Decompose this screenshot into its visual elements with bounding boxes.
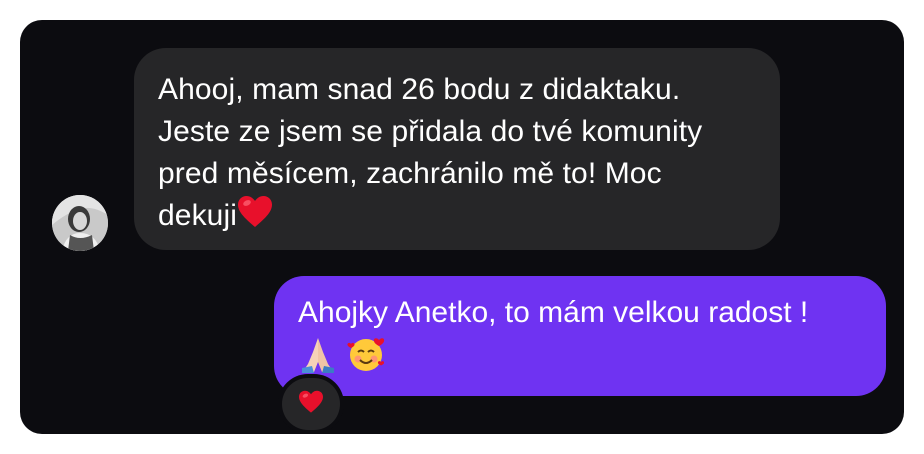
message-reaction[interactable]: [282, 378, 340, 430]
incoming-message-line: Ahooj, mam snad 26 bodu z didaktaku.: [158, 73, 681, 106]
outgoing-emoji-line: [298, 334, 866, 386]
outgoing-message-bubble[interactable]: Ahojky Anetko, to mám velkou radost !: [274, 276, 886, 396]
incoming-message-bubble[interactable]: Ahooj, mam snad 26 bodu z didaktaku. Jes…: [134, 48, 780, 250]
incoming-message-line-last: dekuji: [158, 195, 756, 241]
outgoing-message-line: Ahojky Anetko, to mám velkou radost !: [298, 296, 809, 329]
incoming-message-line: pred měsícem, zachránilo mě to! Moc: [158, 157, 662, 190]
smiling-face-with-hearts-icon: [346, 334, 386, 386]
incoming-message-text: dekuji: [158, 199, 237, 232]
avatar-photo: [52, 195, 108, 251]
red-heart-icon: [298, 390, 324, 419]
sender-avatar[interactable]: [52, 195, 108, 251]
incoming-message-line: Jeste ze jsem se přidala do tvé komunity: [158, 115, 703, 148]
red-heart-icon: [237, 195, 273, 241]
